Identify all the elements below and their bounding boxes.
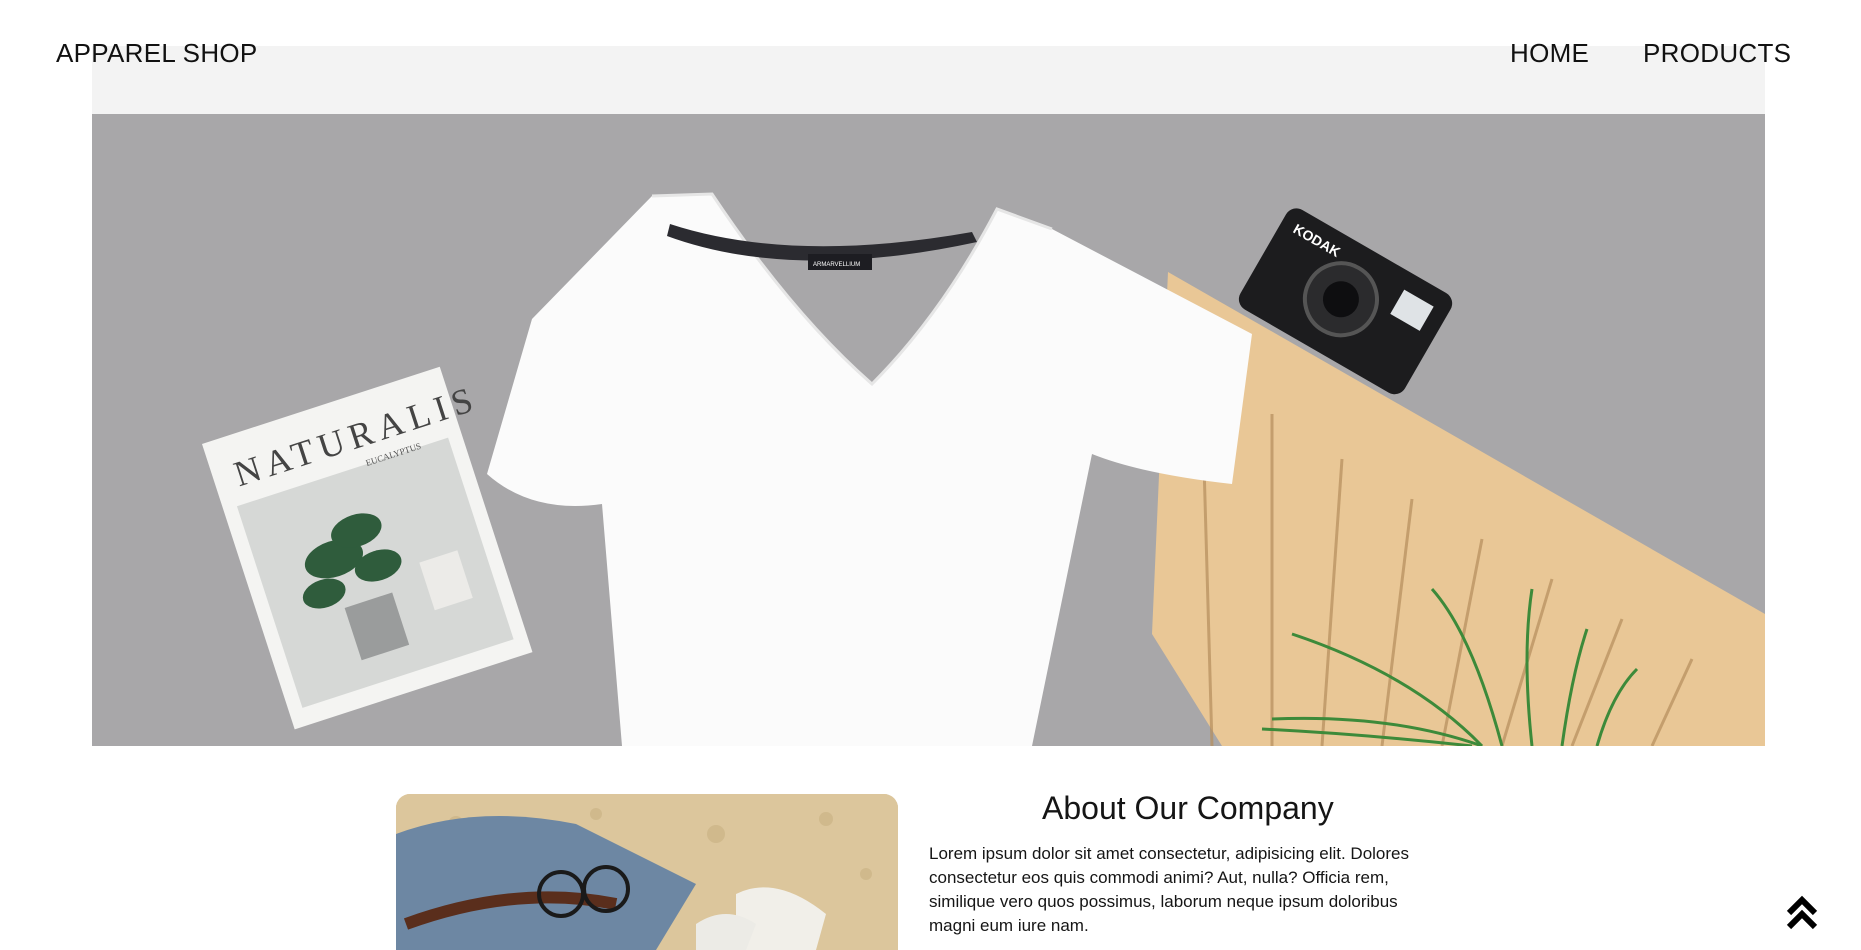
double-chevron-up-icon — [1786, 895, 1818, 930]
hero-banner-image: KODAK NATURALIS EUCALYPTUS ARMARVELLIUM — [92, 114, 1765, 746]
nav-home-link[interactable]: HOME — [1510, 38, 1589, 69]
about-title: About Our Company — [1042, 790, 1334, 826]
header: APPAREL SHOP HOME PRODUCTS — [0, 0, 1861, 115]
brand-logo[interactable]: APPAREL SHOP — [56, 38, 258, 69]
hero-flatlay-illustration: KODAK NATURALIS EUCALYPTUS ARMARVELLIUM — [92, 114, 1765, 746]
shirt-neck-label: ARMARVELLIUM — [813, 262, 860, 268]
about-description: Lorem ipsum dolor sit amet consectetur, … — [929, 844, 1409, 935]
beach-scene-illustration — [396, 794, 898, 950]
nav-products-link[interactable]: PRODUCTS — [1643, 38, 1791, 69]
back-to-top-button[interactable] — [1785, 895, 1819, 931]
about-image — [396, 794, 898, 950]
